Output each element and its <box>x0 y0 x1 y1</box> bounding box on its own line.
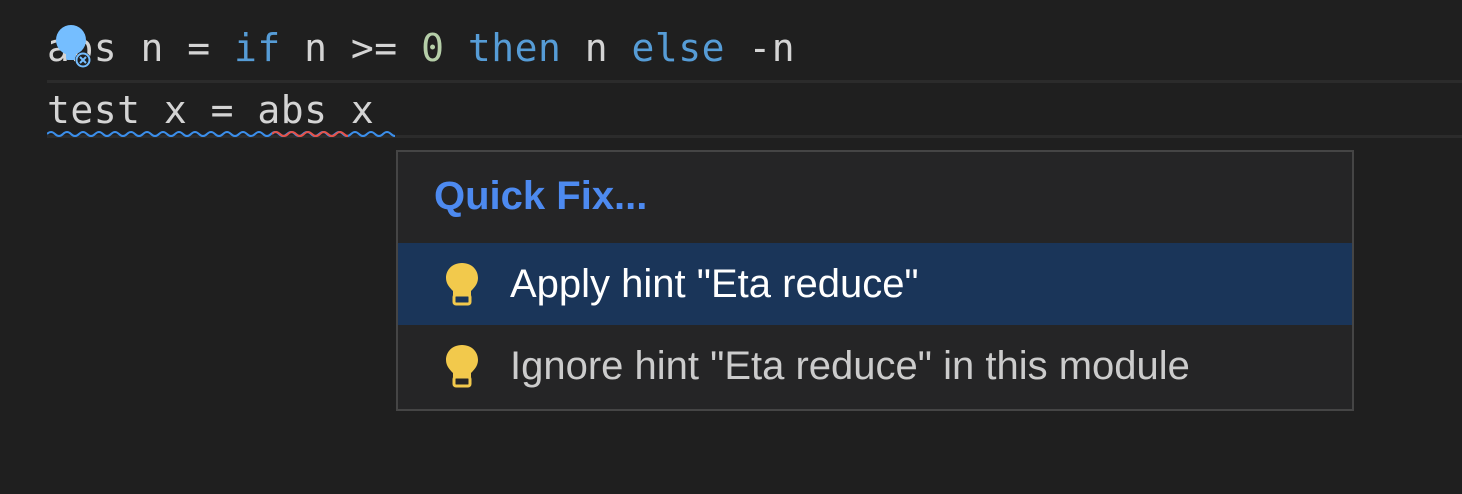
code-token: n >= <box>280 26 422 70</box>
quick-fix-item-label: Ignore hint "Eta reduce" in this module <box>510 343 1190 388</box>
code-action-lightbulb-icon[interactable] <box>53 22 93 72</box>
code-token-keyword: then <box>467 26 562 70</box>
quick-fix-title: Quick Fix... <box>434 174 648 218</box>
lightbulb-icon <box>446 263 478 306</box>
quick-fix-item-ignore-hint[interactable]: Ignore hint "Eta reduce" in this module <box>398 325 1352 407</box>
code-editor[interactable]: abs n = if n >= 0 then n else -n test x … <box>0 0 1462 494</box>
error-squiggle <box>272 131 348 137</box>
quick-fix-item-label: Apply hint "Eta reduce" <box>510 261 919 306</box>
quick-fix-item-apply-hint[interactable]: Apply hint "Eta reduce" <box>398 243 1352 325</box>
code-token: n <box>561 26 632 70</box>
code-token-number: 0 <box>421 26 445 70</box>
quick-fix-menu: Quick Fix... Apply hint "Eta reduce" Ign… <box>396 150 1354 411</box>
code-token: -n <box>725 26 796 70</box>
code-token-keyword: else <box>631 26 726 70</box>
code-token: test x = abs x <box>47 88 375 132</box>
lightbulb-icon <box>446 345 478 388</box>
code-line-1[interactable]: abs n = if n >= 0 then n else -n <box>47 20 795 76</box>
code-token-keyword: if <box>234 26 281 70</box>
